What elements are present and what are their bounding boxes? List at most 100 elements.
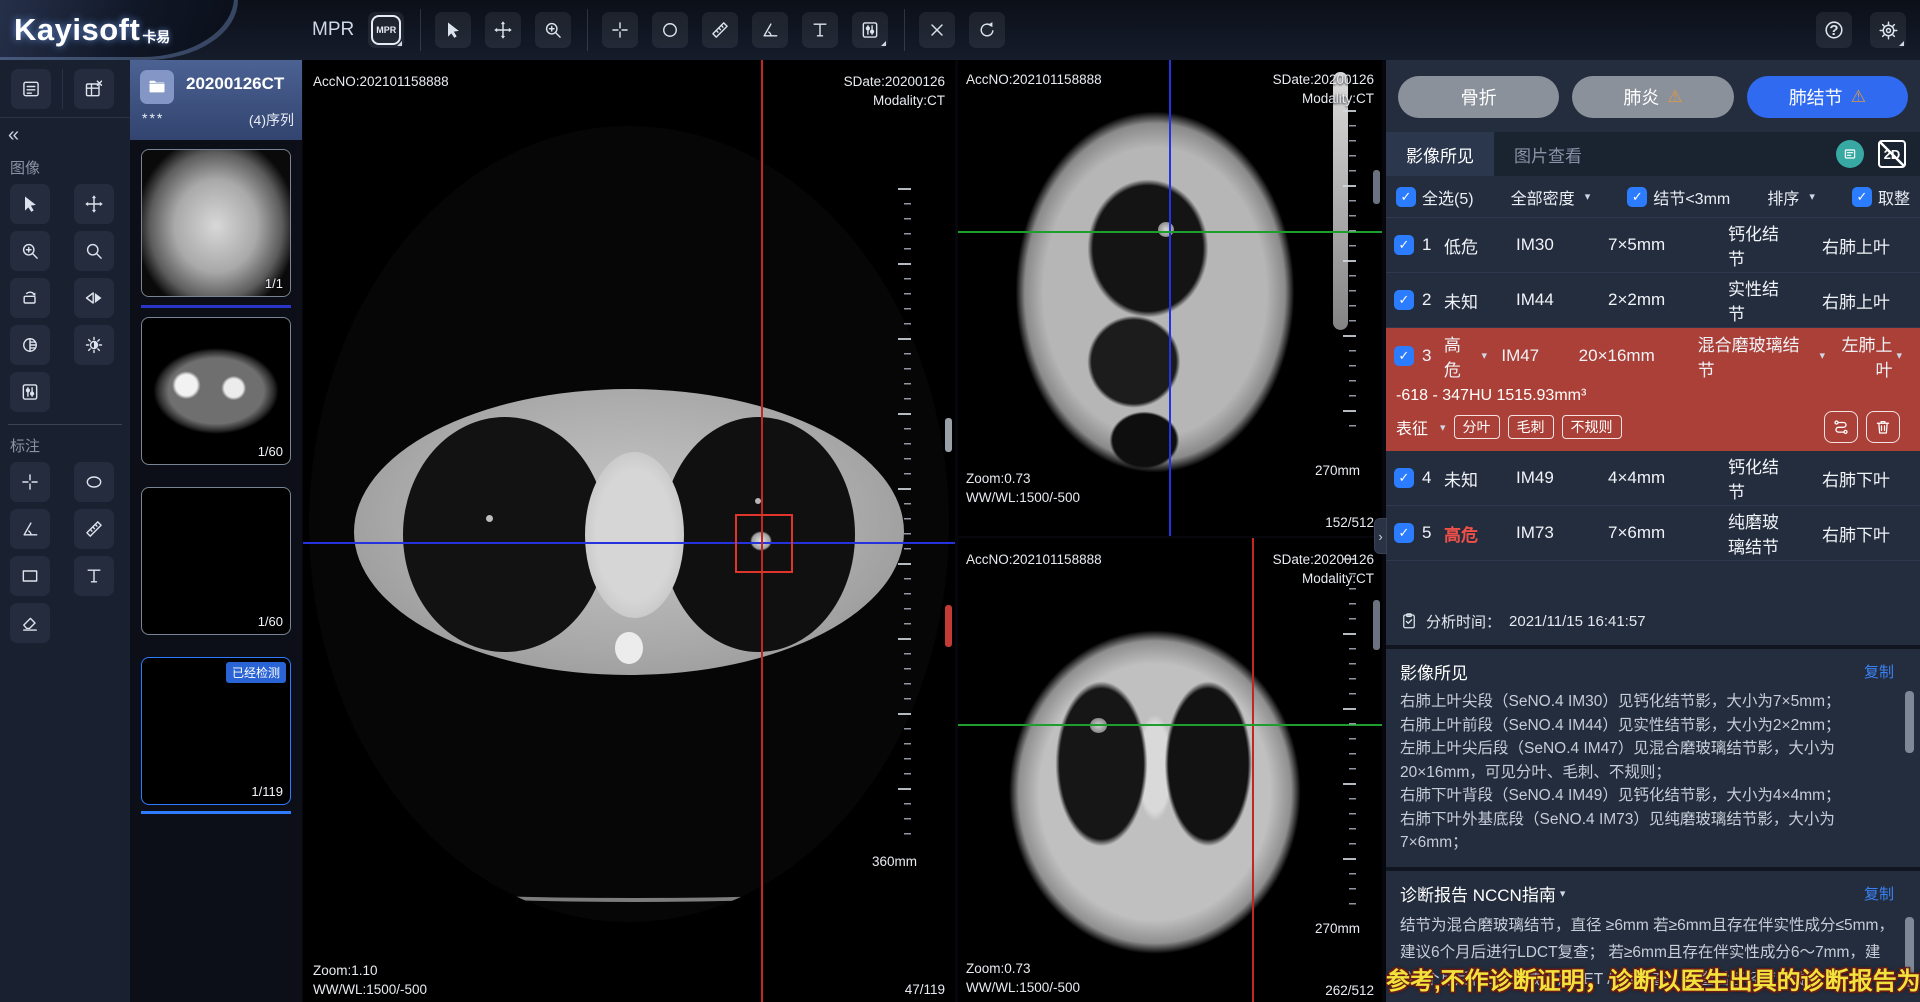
delete-nodule-button[interactable] <box>1866 411 1900 443</box>
sagittal-crosshair-vertical[interactable] <box>1169 60 1171 536</box>
tab-image-view[interactable]: 图片查看 <box>1494 132 1602 176</box>
follow-up-button[interactable] <box>1824 411 1858 443</box>
nodule-row-1[interactable]: ✓ 1 低危 IM30 7×5mm 钙化结节 右肺上叶 <box>1386 218 1920 273</box>
nodule-row-5[interactable]: ✓ 5 高危 IM73 7×6mm 纯磨玻璃结节 右肺下叶 <box>1386 506 1920 561</box>
risk-level: 高危 <box>1444 521 1516 546</box>
nodule-checkbox[interactable]: ✓ <box>1394 290 1414 310</box>
mpr-mode-button[interactable]: MPR <box>368 12 404 48</box>
tab-findings[interactable]: 影像所见 <box>1386 132 1494 176</box>
series-thumbnail-2[interactable]: 1/60 <box>141 317 291 465</box>
crosshair-tool-button[interactable] <box>10 462 50 502</box>
copy-report-link[interactable]: 复制 <box>1864 883 1894 904</box>
nodule-roi-box[interactable] <box>735 514 793 573</box>
feature-tag-spiculation[interactable]: 毛刺 <box>1508 415 1554 439</box>
density-filter-dropdown[interactable]: 全部密度 <box>1511 185 1575 209</box>
axial-viewport[interactable]: AccNO:202101158888 SDate:20200126 Modali… <box>303 60 955 1002</box>
nodule-location-dropdown[interactable]: 左肺上叶 <box>1825 331 1892 381</box>
rectangle-tool-button[interactable] <box>10 556 50 596</box>
invert-tool-button[interactable] <box>10 325 50 365</box>
nodule-checkbox[interactable]: ✓ <box>1394 468 1414 488</box>
settings-button[interactable] <box>1870 12 1906 48</box>
nodule-checkbox[interactable]: ✓ <box>1394 346 1414 366</box>
panel-tabs: 影像所见 图片查看 2D <box>1386 132 1920 176</box>
cursor-tool-button[interactable] <box>435 12 471 48</box>
nodule-detail: -618 - 347HU 1515.93mm³ 表征 ▾ 分叶 毛刺 不规则 <box>1386 383 1920 451</box>
annotate-tools-grid <box>0 462 130 643</box>
coronal-viewport[interactable]: AccNO:202101158888 SDate:20200126 Modali… <box>958 538 1382 1002</box>
coronal-crosshair-vertical[interactable] <box>1252 538 1254 1002</box>
thumbnail-label: 1/60 <box>258 444 283 459</box>
findings-scrollbar[interactable] <box>1905 691 1914 753</box>
clear-annotations-button[interactable] <box>919 12 955 48</box>
series-thumbnail-3[interactable]: 1/60 <box>141 487 291 635</box>
axial-scroll-thumb[interactable] <box>945 418 952 452</box>
coronal-zoom: Zoom:0.73 <box>966 959 1031 978</box>
coronal-crosshair-horizontal[interactable] <box>958 724 1382 726</box>
sidebar-top-row <box>0 60 130 118</box>
mode-fracture-button[interactable]: 骨折 <box>1398 76 1559 118</box>
axial-sdate: SDate:20200126 <box>844 72 945 91</box>
text-tool-button[interactable] <box>74 556 114 596</box>
window-preset-button[interactable] <box>10 372 50 412</box>
flip-tool-button[interactable] <box>74 278 114 318</box>
axial-slice-indicator[interactable] <box>945 605 952 647</box>
angle-tool-button[interactable] <box>752 12 788 48</box>
image-number: IM49 <box>1516 468 1608 488</box>
ellipse-tool-button[interactable] <box>652 12 688 48</box>
panel-collapse-handle[interactable]: › <box>1374 518 1387 554</box>
ellipse-tool-button[interactable] <box>74 462 114 502</box>
angle-tool-button[interactable] <box>10 509 50 549</box>
crosshair-icon <box>610 20 630 40</box>
series-list-button[interactable] <box>11 69 51 109</box>
reset-view-button[interactable] <box>969 12 1005 48</box>
image-number: IM44 <box>1516 290 1608 310</box>
mode-lung-nodule-button[interactable]: 肺结节 ⚠ <box>1747 76 1908 118</box>
eraser-tool-button[interactable] <box>10 603 50 643</box>
copy-findings-link[interactable]: 复制 <box>1864 661 1894 682</box>
ellipse-icon <box>84 472 104 492</box>
series-thumbnail-1[interactable]: 1/1 <box>141 149 291 297</box>
zoom-in-tool-button[interactable] <box>10 231 50 271</box>
nodule-row-3-selected[interactable]: ✓ 3 高危 ▾ IM47 20×16mm 混合磨玻璃结节 ▾ 左肺上叶 ▾ -… <box>1386 328 1920 451</box>
help-button[interactable]: ? <box>1816 12 1852 48</box>
zoom-in-tool-button[interactable] <box>535 12 571 48</box>
angle-icon <box>20 519 40 539</box>
cursor-tool-button[interactable] <box>10 184 50 224</box>
crosshair-tool-button[interactable] <box>602 12 638 48</box>
feature-tag-irregular[interactable]: 不规则 <box>1562 415 1622 439</box>
open-study-button[interactable] <box>140 70 174 104</box>
magnify-tool-button[interactable] <box>74 231 114 271</box>
brightness-sun-icon <box>84 335 104 355</box>
brightness-tool-button[interactable] <box>74 325 114 365</box>
collapse-sidebar-button[interactable]: « <box>0 118 130 147</box>
pan-tool-button[interactable] <box>485 12 521 48</box>
nodule-type-dropdown[interactable]: 混合磨玻璃结节 <box>1698 331 1816 381</box>
sort-dropdown[interactable]: 排序 <box>1767 185 1799 209</box>
sagittal-crosshair-horizontal[interactable] <box>958 231 1382 233</box>
report-preview-button[interactable] <box>1836 140 1864 168</box>
mode-pneumonia-button[interactable]: 肺炎 ⚠ <box>1572 76 1733 118</box>
ruler-tool-button[interactable] <box>74 509 114 549</box>
pan-tool-button[interactable] <box>74 184 114 224</box>
risk-level-dropdown[interactable]: 高危 <box>1444 331 1478 381</box>
nodule-row-2[interactable]: ✓ 2 未知 IM44 2×2mm 实性结节 右肺上叶 <box>1386 273 1920 328</box>
sagittal-scroll-thumb[interactable] <box>1373 170 1380 204</box>
2d-3d-toggle-button[interactable]: 2D <box>1878 140 1906 168</box>
ruler-tool-button[interactable] <box>702 12 738 48</box>
close-layout-button[interactable] <box>74 69 114 109</box>
nodule-checkbox[interactable]: ✓ <box>1394 235 1414 255</box>
nodule-row-4[interactable]: ✓ 4 未知 IM49 4×4mm 钙化结节 右肺下叶 <box>1386 451 1920 506</box>
rotate-tool-button[interactable] <box>10 278 50 318</box>
feature-tag-lobulation[interactable]: 分叶 <box>1454 415 1500 439</box>
sagittal-viewport[interactable]: AccNO:202101158888 SDate:20200126 Modali… <box>958 60 1382 536</box>
window-preset-button[interactable] <box>852 12 888 48</box>
feature-dropdown[interactable]: 表征 <box>1396 415 1428 439</box>
small-nodule-checkbox[interactable]: ✓ <box>1627 187 1647 207</box>
nodule-checkbox[interactable]: ✓ <box>1394 523 1414 543</box>
text-tool-button[interactable] <box>802 12 838 48</box>
axial-crosshair-horizontal[interactable] <box>303 542 955 544</box>
series-thumbnail-4[interactable]: 已经检测 1/119 <box>141 657 291 805</box>
coronal-scroll-thumb[interactable] <box>1373 600 1380 650</box>
select-all-checkbox[interactable]: ✓ <box>1396 187 1416 207</box>
round-checkbox[interactable]: ✓ <box>1852 187 1872 207</box>
